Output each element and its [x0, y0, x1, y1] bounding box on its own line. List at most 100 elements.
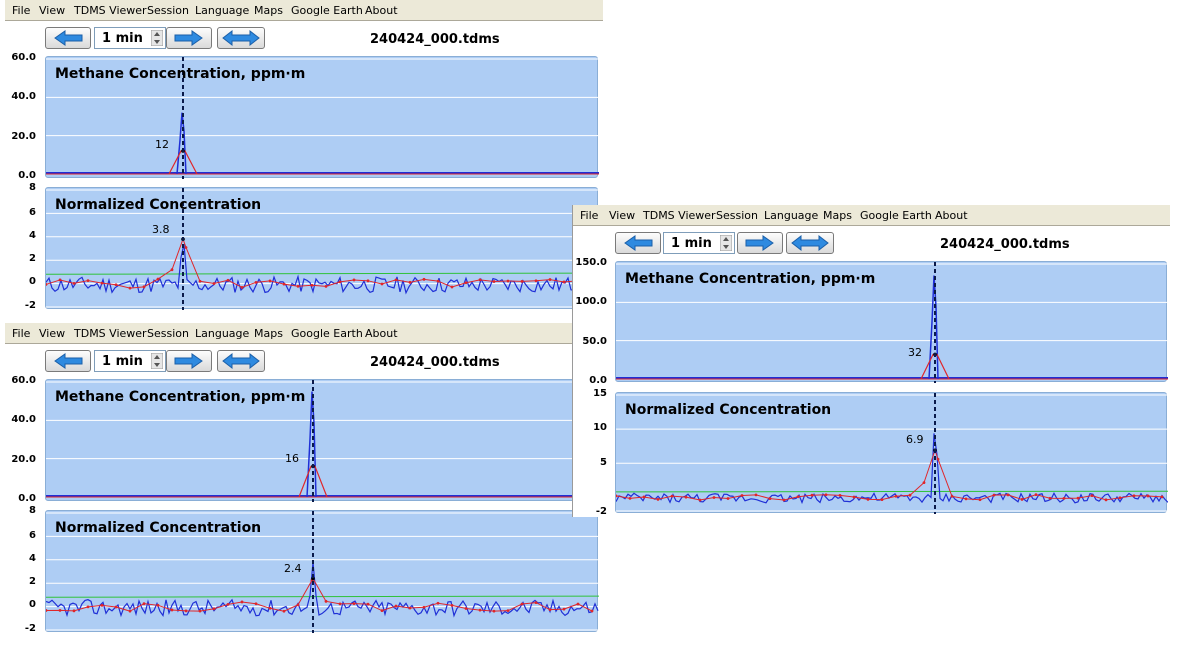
- prev-button[interactable]: [45, 27, 91, 49]
- smoothed-point: [352, 278, 356, 282]
- menu-google-earth[interactable]: Google Earth: [291, 327, 363, 340]
- raw-series: [616, 433, 1168, 505]
- menu-about[interactable]: About: [935, 209, 968, 222]
- baseline-series: [46, 595, 599, 598]
- y-tick: 4: [29, 553, 36, 564]
- smoothed-point: [436, 601, 440, 605]
- menu-tdms-viewer[interactable]: TDMS Viewer: [643, 209, 716, 222]
- smoothed-point: [520, 602, 524, 606]
- y-tick: 8: [29, 182, 36, 193]
- menu-session[interactable]: Session: [147, 327, 189, 340]
- normalized-concentration-panel: Normalized Concentration 3.8: [45, 187, 599, 310]
- smoothed-point: [950, 494, 954, 498]
- panel-title: Methane Concentration, ppm·m: [55, 389, 306, 405]
- y-tick: 40.0: [11, 414, 36, 425]
- menu-session[interactable]: Session: [147, 4, 189, 17]
- menu-tdms-viewer[interactable]: TDMS Viewer: [74, 327, 147, 340]
- interval-stepper[interactable]: 1 min: [94, 27, 166, 49]
- smoothed-point: [240, 600, 244, 604]
- smoothed-point: [1034, 493, 1038, 497]
- smoothed-point: [852, 495, 856, 499]
- y-tick: 6: [29, 530, 36, 541]
- smoothed-point: [114, 283, 118, 287]
- expand-range-button[interactable]: [217, 27, 265, 49]
- prev-button[interactable]: [615, 232, 661, 254]
- smoothed-point: [1118, 496, 1122, 500]
- smoothed-point: [726, 497, 730, 500]
- file-name: 240424_000.tdms: [370, 32, 500, 47]
- smoothed-point: [616, 494, 618, 498]
- panel-title: Normalized Concentration: [55, 520, 262, 536]
- interval-value: 1 min: [102, 31, 143, 46]
- smoothed-point: [254, 602, 258, 606]
- smoothed-point: [240, 285, 244, 289]
- next-button[interactable]: [737, 232, 783, 254]
- smoothed-point: [478, 278, 482, 282]
- smoothed-point: [198, 609, 202, 613]
- menu-maps[interactable]: Maps: [823, 209, 852, 222]
- panel-title: Methane Concentration, ppm·m: [55, 66, 306, 82]
- smoothed-point: [58, 278, 62, 282]
- toolbar: 1 min 240424_000.tdms: [5, 21, 603, 51]
- smoothed-point: [142, 285, 146, 289]
- peak-value-label: 2.4: [284, 562, 302, 575]
- menu-view[interactable]: View: [39, 327, 65, 340]
- smoothed-point: [254, 281, 258, 284]
- smoothed-point: [642, 495, 646, 499]
- smoothed-point: [712, 496, 716, 499]
- interval-stepper[interactable]: 1 min: [94, 350, 166, 372]
- smoothed-point: [506, 279, 510, 283]
- expand-range-button[interactable]: [217, 350, 265, 372]
- menu-file[interactable]: File: [12, 327, 30, 340]
- menu-language[interactable]: Language: [195, 327, 249, 340]
- viewer-window: File View TDMS Viewer Session Language M…: [5, 323, 603, 641]
- y-tick: 6: [29, 207, 36, 218]
- smoothed-point: [866, 497, 870, 501]
- smoothed-point: [450, 285, 454, 289]
- next-button[interactable]: [166, 350, 212, 372]
- peak-value-label: 6.9: [906, 433, 924, 446]
- menu-file[interactable]: File: [580, 209, 598, 222]
- menu-maps[interactable]: Maps: [254, 4, 283, 17]
- menu-maps[interactable]: Maps: [254, 327, 283, 340]
- arrow-both-icon: [222, 29, 260, 47]
- smoothed-point: [992, 493, 996, 497]
- expand-range-button[interactable]: [786, 232, 834, 254]
- smoothed-point: [880, 498, 884, 502]
- menu-session[interactable]: Session: [716, 209, 758, 222]
- menu-google-earth[interactable]: Google Earth: [860, 209, 932, 222]
- next-button[interactable]: [166, 27, 212, 49]
- smoothed-point: [114, 605, 118, 609]
- smoothed-point: [824, 493, 828, 497]
- menu-google-earth[interactable]: Google Earth: [291, 4, 363, 17]
- prev-button[interactable]: [45, 350, 91, 372]
- smoothed-point: [922, 481, 926, 485]
- interval-stepper[interactable]: 1 min: [663, 232, 735, 254]
- smoothed-point: [268, 606, 272, 610]
- smoothed-point: [380, 282, 384, 286]
- menu-about[interactable]: About: [365, 327, 398, 340]
- menu-language[interactable]: Language: [764, 209, 818, 222]
- y-tick: 60.0: [11, 52, 36, 63]
- smoothed-point: [338, 602, 342, 606]
- smoothed-point: [506, 609, 510, 613]
- spin-updown-icon[interactable]: [720, 235, 732, 251]
- smoothed-point: [184, 246, 188, 249]
- smoothed-point: [226, 278, 230, 282]
- menu-view[interactable]: View: [609, 209, 635, 222]
- menu-bar: File View TDMS Viewer Session Language M…: [5, 323, 603, 344]
- menu-view[interactable]: View: [39, 4, 65, 17]
- smoothed-point: [562, 280, 566, 284]
- menu-tdms-viewer[interactable]: TDMS Viewer: [74, 4, 147, 17]
- y-tick: 8: [29, 505, 36, 516]
- menu-about[interactable]: About: [365, 4, 398, 17]
- spin-updown-icon[interactable]: [151, 353, 163, 369]
- smoothed-point: [978, 498, 982, 502]
- smoothed-point: [156, 277, 160, 281]
- spin-updown-icon[interactable]: [151, 30, 163, 46]
- smoothed-point: [422, 605, 426, 609]
- menu-bar: File View TDMS Viewer Session Language M…: [573, 205, 1170, 226]
- menu-language[interactable]: Language: [195, 4, 249, 17]
- menu-file[interactable]: File: [12, 4, 30, 17]
- viewer-window: File View TDMS Viewer Session Language M…: [5, 0, 603, 318]
